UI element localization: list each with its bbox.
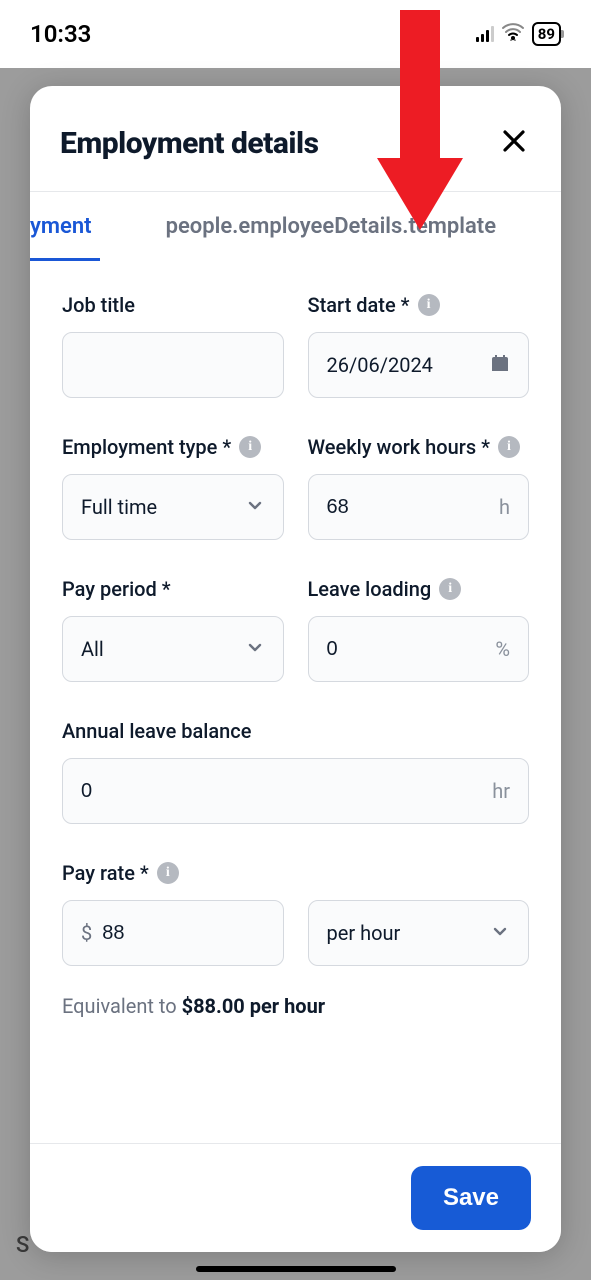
cellular-signal-icon xyxy=(476,26,494,42)
pay-rate-equivalent: Equivalent to $88.00 per hour xyxy=(62,994,529,1018)
equiv-prefix: Equivalent to xyxy=(62,994,182,1018)
info-icon[interactable]: i xyxy=(239,436,261,458)
modal-title: Employment details xyxy=(60,126,319,161)
info-icon[interactable]: i xyxy=(439,578,461,600)
annual-leave-label: Annual leave balance xyxy=(62,719,251,743)
job-title-input[interactable] xyxy=(62,332,284,398)
job-title-label: Job title xyxy=(62,293,135,317)
employment-type-select[interactable]: Full time xyxy=(62,474,284,540)
background-peek-text: S xyxy=(16,1233,29,1258)
job-title-field[interactable] xyxy=(81,354,265,377)
pay-period-label: Pay period * xyxy=(62,577,171,601)
equiv-amount: $88.00 per hour xyxy=(182,994,326,1018)
form-body: Job title Start date * i 26/06/2024 xyxy=(30,262,561,1143)
status-time: 10:33 xyxy=(30,20,91,48)
annual-leave-field[interactable] xyxy=(81,780,484,803)
tab-bar: yment people.employeeDetails.template xyxy=(30,191,561,262)
calendar-icon xyxy=(490,353,510,378)
annual-leave-unit: hr xyxy=(492,779,510,803)
status-indicators: 89 xyxy=(476,22,561,46)
close-icon xyxy=(501,129,527,160)
modal-footer: Save xyxy=(30,1143,561,1252)
pay-rate-period-label xyxy=(308,861,313,885)
pay-rate-input[interactable]: $ xyxy=(62,900,284,966)
pay-rate-label: Pay rate * xyxy=(62,861,149,885)
close-button[interactable] xyxy=(497,124,531,163)
modal-header: Employment details xyxy=(30,86,561,191)
start-date-value: 26/06/2024 xyxy=(327,353,433,377)
weekly-hours-field[interactable] xyxy=(327,496,491,519)
chevron-down-icon xyxy=(245,637,265,662)
pay-rate-field[interactable] xyxy=(102,922,264,945)
weekly-hours-unit: h xyxy=(499,495,510,519)
start-date-label: Start date * xyxy=(308,293,410,317)
employment-type-value: Full time xyxy=(81,495,157,519)
weekly-hours-input[interactable]: h xyxy=(308,474,530,540)
battery-indicator: 89 xyxy=(532,22,561,46)
leave-loading-field[interactable] xyxy=(327,638,488,661)
info-icon[interactable]: i xyxy=(418,294,440,316)
annotation-arrow xyxy=(385,10,445,230)
pay-rate-period-select[interactable]: per hour xyxy=(308,900,530,966)
weekly-hours-label: Weekly work hours * xyxy=(308,435,490,459)
home-indicator xyxy=(196,1266,396,1272)
wifi-icon xyxy=(502,23,524,45)
leave-loading-label: Leave loading xyxy=(308,577,432,601)
leave-loading-unit: % xyxy=(495,637,510,661)
employment-type-label: Employment type * xyxy=(62,435,231,459)
currency-prefix: $ xyxy=(81,921,92,945)
chevron-down-icon xyxy=(245,495,265,520)
pay-period-select[interactable]: All xyxy=(62,616,284,682)
info-icon[interactable]: i xyxy=(498,436,520,458)
pay-rate-period-value: per hour xyxy=(327,921,401,945)
leave-loading-input[interactable]: % xyxy=(308,616,530,682)
info-icon[interactable]: i xyxy=(157,862,179,884)
pay-period-value: All xyxy=(81,637,104,661)
save-button[interactable]: Save xyxy=(411,1166,531,1230)
start-date-input[interactable]: 26/06/2024 xyxy=(308,332,530,398)
status-bar: 10:33 89 xyxy=(0,0,591,68)
chevron-down-icon xyxy=(490,921,510,946)
tab-employment[interactable]: yment xyxy=(30,192,100,261)
employment-details-modal: Employment details yment people.employee… xyxy=(30,86,561,1252)
annual-leave-input[interactable]: hr xyxy=(62,758,529,824)
